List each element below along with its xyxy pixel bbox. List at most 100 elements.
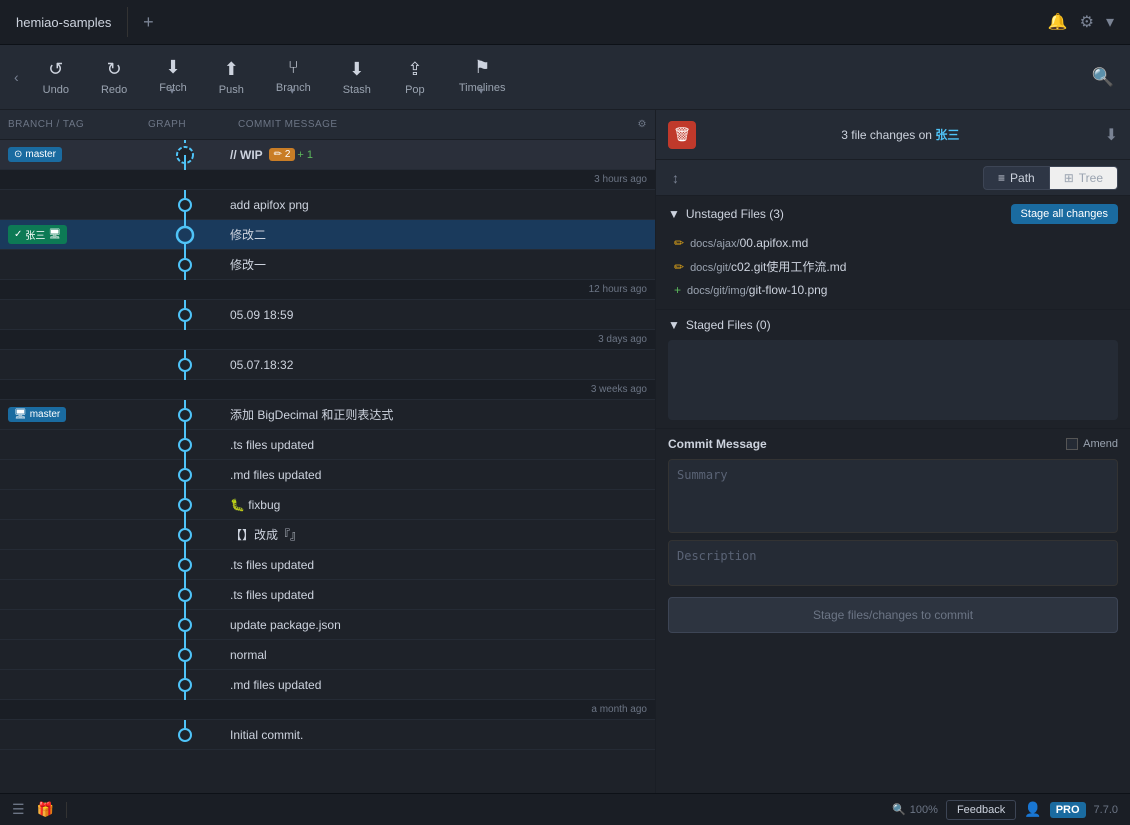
unstaged-file-item[interactable]: ✏ docs/ajax/00.apifox.md — [668, 232, 1118, 254]
commit-message-text: 修改一 — [230, 256, 266, 273]
staged-section: ▼ Staged Files (0) — [656, 309, 1130, 428]
commit-summary-input[interactable] — [668, 459, 1118, 533]
redo-button[interactable]: ↻ Redo — [87, 53, 141, 102]
commit-message-section: Commit Message Amend Stage files/changes… — [656, 428, 1130, 641]
gift-icon[interactable]: 🎁 — [37, 801, 54, 818]
commit-row[interactable]: .ts files updated — [0, 580, 655, 610]
download-icon[interactable]: ⬇ — [1105, 125, 1118, 145]
commit-row[interactable]: 【】改成『』 — [0, 520, 655, 550]
commit-message-col: 🐛 fixbug — [230, 498, 655, 512]
redo-label: Redo — [101, 84, 127, 96]
commit-row[interactable]: Initial commit. — [0, 720, 655, 750]
commit-message-text: .md files updated — [230, 468, 321, 482]
stage-files-button[interactable]: Stage files/changes to commit — [668, 597, 1118, 633]
main-area: BRANCH / TAG GRAPH COMMIT MESSAGE ⚙ ⊙ ma… — [0, 110, 1130, 793]
column-headers: BRANCH / TAG GRAPH COMMIT MESSAGE ⚙ — [0, 110, 655, 140]
commit-message-text: .ts files updated — [230, 588, 314, 602]
branch-button[interactable]: ⑂ Branch ▾ — [262, 51, 325, 103]
master-branch-local[interactable]: ⊙ master — [8, 147, 62, 162]
timelines-arrow-icon: ▾ — [479, 86, 484, 97]
amend-checkbox[interactable] — [1066, 438, 1078, 450]
undo-button[interactable]: ↺ Undo — [29, 53, 83, 102]
statusbar-right: 🔍 100% Feedback 👤 PRO 7.7.0 — [892, 800, 1118, 820]
commit-graph — [140, 520, 230, 550]
stage-all-button[interactable]: Stage all changes — [1011, 204, 1118, 224]
commit-message-text: 🐛 fixbug — [230, 498, 280, 512]
avatar-icon[interactable]: 👤 — [1024, 801, 1041, 818]
undo-icon: ↺ — [48, 59, 63, 80]
commit-row[interactable]: 🖥 master 添加 BigDecimal 和正则表达式 — [0, 400, 655, 430]
toolbar: ‹ ↺ Undo ↻ Redo ⬇ Fetch ▾ ⬆ Push ⑂ Branc… — [0, 45, 1130, 110]
graph-header: GRAPH — [148, 119, 238, 130]
unstaged-section: ▼ Unstaged Files (3) Stage all changes ✏… — [656, 196, 1130, 309]
user-device-icon: 🖥 — [48, 229, 61, 240]
commit-description-input[interactable] — [668, 540, 1118, 586]
feedback-button[interactable]: Feedback — [946, 800, 1016, 820]
time-12-hours: 12 hours ago — [0, 284, 655, 295]
path-view-button[interactable]: ≡ Path — [983, 166, 1050, 190]
new-tab-button[interactable]: + — [128, 0, 168, 45]
search-button[interactable]: 🔍 — [1084, 59, 1122, 96]
delete-button[interactable]: 🗑 — [668, 121, 696, 149]
file-changes-title: 3 file changes on 张三 — [704, 126, 1097, 143]
unstaged-chevron-icon: ▼ — [668, 207, 680, 221]
sort-icon[interactable]: ↕ — [668, 166, 683, 190]
wip-commit-row[interactable]: ⊙ master // WIP ✏ 2 + 1 — [0, 140, 655, 170]
list-icon[interactable]: ☰ — [12, 801, 25, 818]
timelines-button[interactable]: ⚑ Timelines ▾ — [445, 51, 520, 103]
amend-label: Amend — [1083, 438, 1118, 450]
commit-row[interactable]: .md files updated — [0, 460, 655, 490]
settings-icon[interactable]: ⚙ — [1080, 12, 1094, 32]
stash-button[interactable]: ⬇ Stash — [329, 53, 385, 102]
commit-row[interactable]: 05.09 18:59 — [0, 300, 655, 330]
right-panel-header: 🗑 3 file changes on 张三 ⬇ — [656, 110, 1130, 160]
active-graph — [140, 220, 230, 250]
user-branch-tag[interactable]: ✓ 张三 🖥 — [8, 225, 67, 244]
commit-message-col: .md files updated — [230, 678, 655, 692]
push-button[interactable]: ⬆ Push — [205, 53, 258, 102]
window-menu-icon[interactable]: ▾ — [1106, 12, 1114, 32]
commit-message-col: .ts files updated — [230, 558, 655, 572]
commit-row[interactable]: .ts files updated — [0, 550, 655, 580]
commit-message-text: add apifox png — [230, 198, 309, 212]
commit-row[interactable]: 05.07.18:32 — [0, 350, 655, 380]
commit-row-active[interactable]: ✓ 张三 🖥 修改二 — [0, 220, 655, 250]
time-month-ago: a month ago — [0, 704, 655, 715]
commit-row[interactable]: 🐛 fixbug — [0, 490, 655, 520]
commit-row[interactable]: add apifox png — [0, 190, 655, 220]
author-name: 张三 — [935, 128, 959, 142]
branch-arrow-icon: ▾ — [290, 86, 295, 97]
commit-row[interactable]: .ts files updated — [0, 430, 655, 460]
pop-button[interactable]: ⇪ Pop — [389, 53, 441, 102]
back-arrow[interactable]: ‹ — [8, 65, 25, 89]
settings-gear-icon[interactable]: ⚙ — [638, 119, 647, 130]
commit-row[interactable]: .md files updated — [0, 670, 655, 700]
commit-row[interactable]: 修改一 — [0, 250, 655, 280]
fetch-button[interactable]: ⬇ Fetch ▾ — [145, 51, 201, 103]
staged-title: ▼ Staged Files (0) — [668, 318, 771, 332]
commit-message-text: .ts files updated — [230, 438, 314, 452]
tree-view-button[interactable]: ⊞ Tree — [1050, 166, 1118, 190]
titlebar: hemiao-samples + 🔔 ⚙ ▾ — [0, 0, 1130, 45]
redo-icon: ↻ — [107, 59, 122, 80]
added-file-icon: + — [674, 283, 681, 297]
commit-row[interactable]: normal — [0, 640, 655, 670]
remote-branch-col: 🖥 master — [0, 407, 140, 422]
time-3-hours: 3 hours ago — [0, 174, 655, 185]
unstaged-file-item[interactable]: ✏ docs/git/c02.git使用工作流.md — [668, 254, 1118, 279]
right-panel: 🗑 3 file changes on 张三 ⬇ ↕ ≡ Path ⊞ Tree — [655, 110, 1130, 793]
left-panel: BRANCH / TAG GRAPH COMMIT MESSAGE ⚙ ⊙ ma… — [0, 110, 655, 793]
branch-tag-header: BRANCH / TAG — [8, 119, 148, 130]
unstaged-file-item[interactable]: + docs/git/img/git-flow-10.png — [668, 279, 1118, 301]
search-icon: 🔍 — [1092, 67, 1114, 87]
timestamp-row: 12 hours ago — [0, 280, 655, 300]
commit-graph — [140, 550, 230, 580]
timestamp-row: 3 weeks ago — [0, 380, 655, 400]
commit-graph — [140, 670, 230, 700]
notification-icon[interactable]: 🔔 — [1048, 12, 1068, 32]
master-remote-tag[interactable]: 🖥 master — [8, 407, 66, 422]
zoom-percent: 100% — [910, 804, 938, 816]
commit-row[interactable]: update package.json — [0, 610, 655, 640]
zoom-control[interactable]: 🔍 100% — [892, 803, 938, 816]
time-3-days: 3 days ago — [0, 334, 655, 345]
